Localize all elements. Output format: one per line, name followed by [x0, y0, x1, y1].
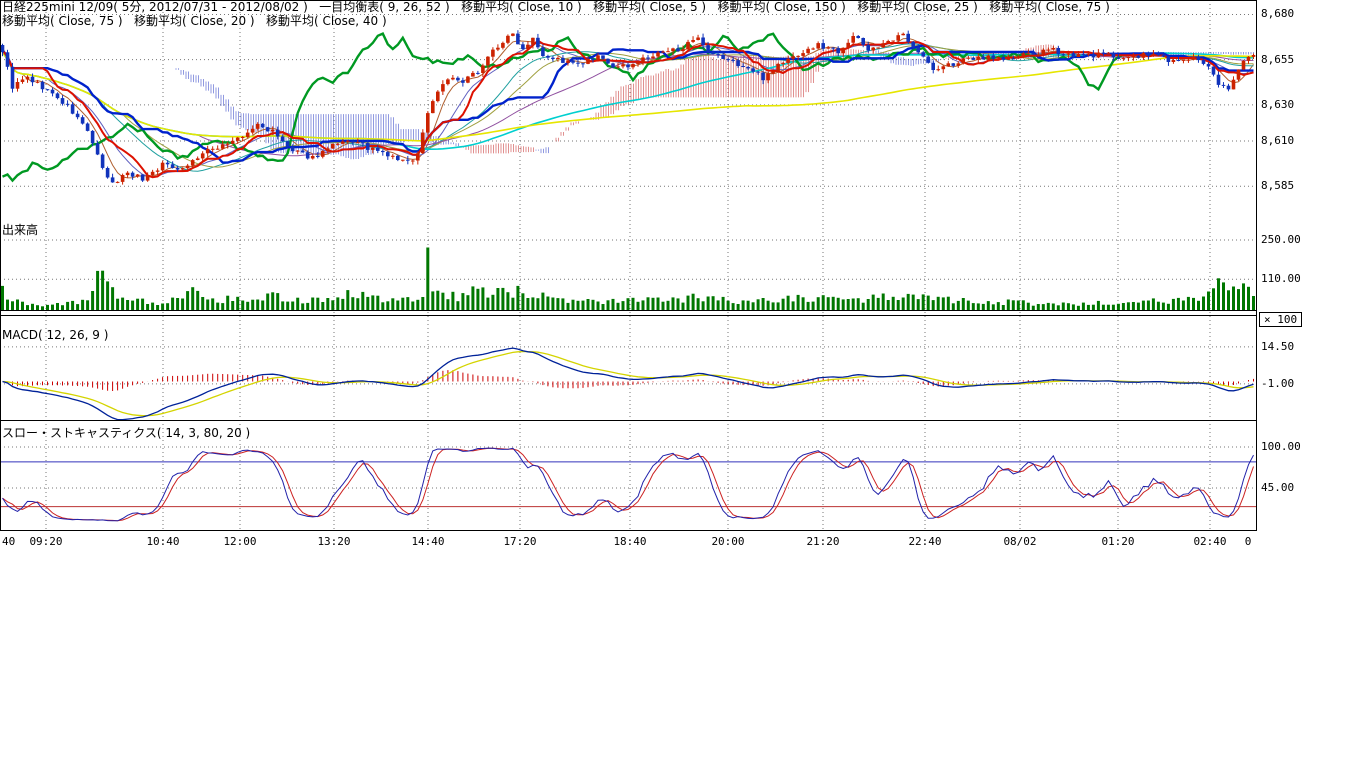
x-axis-label: 01:20	[1101, 535, 1134, 548]
x-axis-label: 20:00	[711, 535, 744, 548]
x-axis-label: 2:40	[0, 535, 15, 548]
chart-title-legend-line1: 日経225mini 12/09( 5分, 2012/07/31 - 2012/0…	[2, 1, 1110, 14]
x-axis-label: 10:40	[146, 535, 179, 548]
stoch-panel-content	[0, 448, 1256, 521]
x-axis-label: 13:20	[317, 535, 350, 548]
x-axis-label: 17:20	[503, 535, 536, 548]
stoch-axis-label: 45.00	[1261, 482, 1294, 494]
price-axis-label: 8,610	[1261, 135, 1294, 147]
x-axis-label: 22:40	[908, 535, 941, 548]
panel-borders	[0, 0, 1257, 531]
price-axis-label: 8,585	[1261, 180, 1294, 192]
macd-panel-label: MACD( 12, 26, 9 )	[2, 328, 108, 342]
x-axis-label: 02:40	[1193, 535, 1226, 548]
price-axis-label: 8,680	[1261, 8, 1294, 20]
price-axis-label: 8,655	[1261, 54, 1294, 66]
stoch-axis-label: 100.00	[1261, 441, 1301, 453]
x-axis-label: 08/02	[1003, 535, 1036, 548]
macd-panel-content	[3, 348, 1254, 420]
price-axis-label: 8,630	[1261, 99, 1294, 111]
x-axis-label: 12:00	[223, 535, 256, 548]
chart-canvas	[0, 0, 1366, 556]
volume-panel-label: 出来高	[2, 221, 38, 238]
gridlines	[0, 0, 1256, 530]
x-axis-label: 21:20	[806, 535, 839, 548]
x-axis-label: 14:40	[411, 535, 444, 548]
volume-axis-label: 110.00	[1261, 273, 1301, 285]
volume-axis-label: 250.00	[1261, 234, 1301, 246]
candles	[1, 30, 1256, 184]
macd-axis-label: -1.00	[1261, 378, 1294, 390]
macd-axis-label: 14.50	[1261, 341, 1294, 353]
chart-screen: 日経225mini 12/09( 5分, 2012/07/31 - 2012/0…	[0, 0, 1366, 768]
chart-legend-line2: 移動平均( Close, 75 ) 移動平均( Close, 20 ) 移動平均…	[2, 15, 387, 28]
volume-multiplier-badge: × 100	[1259, 312, 1302, 327]
stoch-panel-label: スロー・ストキャスティクス( 14, 3, 80, 20 )	[2, 424, 250, 441]
x-axis-label: 09:20	[29, 535, 62, 548]
x-axis-label: 0	[1245, 535, 1252, 548]
x-axis-label: 18:40	[613, 535, 646, 548]
